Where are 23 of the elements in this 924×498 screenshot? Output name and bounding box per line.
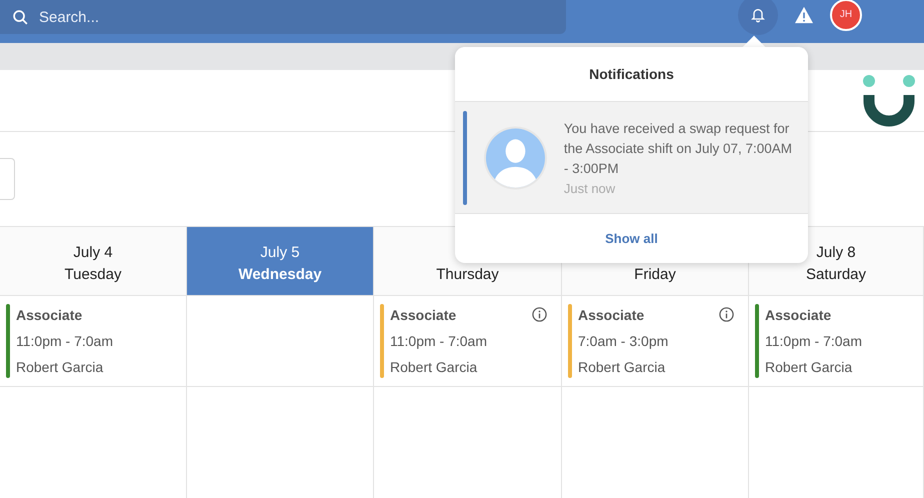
shift-role: Associate <box>578 307 646 323</box>
day-weekday: Wednesday <box>238 266 322 283</box>
day-weekday: Friday <box>634 266 676 283</box>
shift-role: Associate <box>765 307 832 323</box>
day-date: July 4 <box>73 244 113 261</box>
day-weekday: Thursday <box>436 266 499 283</box>
shift-role: Associate <box>390 307 458 323</box>
day-weekday: Saturday <box>806 266 866 283</box>
day-date: July 5 <box>260 244 300 261</box>
shift-time: 11:0pm - 7:0am <box>765 333 862 349</box>
shift-role: Associate <box>16 307 84 323</box>
notification-message: You have received a swap request for the Associate shift on July 07, 7:00AM - 3:00PM <box>564 120 794 178</box>
shift-person: Robert Garcia <box>16 359 104 375</box>
shift-time: 7:0am - 3:0pm <box>578 333 668 349</box>
shift-person: Robert Garcia <box>390 359 478 375</box>
day-date: July 8 <box>816 244 856 261</box>
shift-person: Robert Garcia <box>765 359 854 375</box>
shift-time: 11:0pm - 7:0am <box>390 333 488 349</box>
shift-time: 11:0pm - 7:0am <box>16 333 114 349</box>
day-weekday: Tuesday <box>64 266 122 283</box>
notification-time: Just now <box>564 181 616 196</box>
shift-person: Robert Garcia <box>578 359 666 375</box>
popup-title: Notifications <box>589 66 674 82</box>
